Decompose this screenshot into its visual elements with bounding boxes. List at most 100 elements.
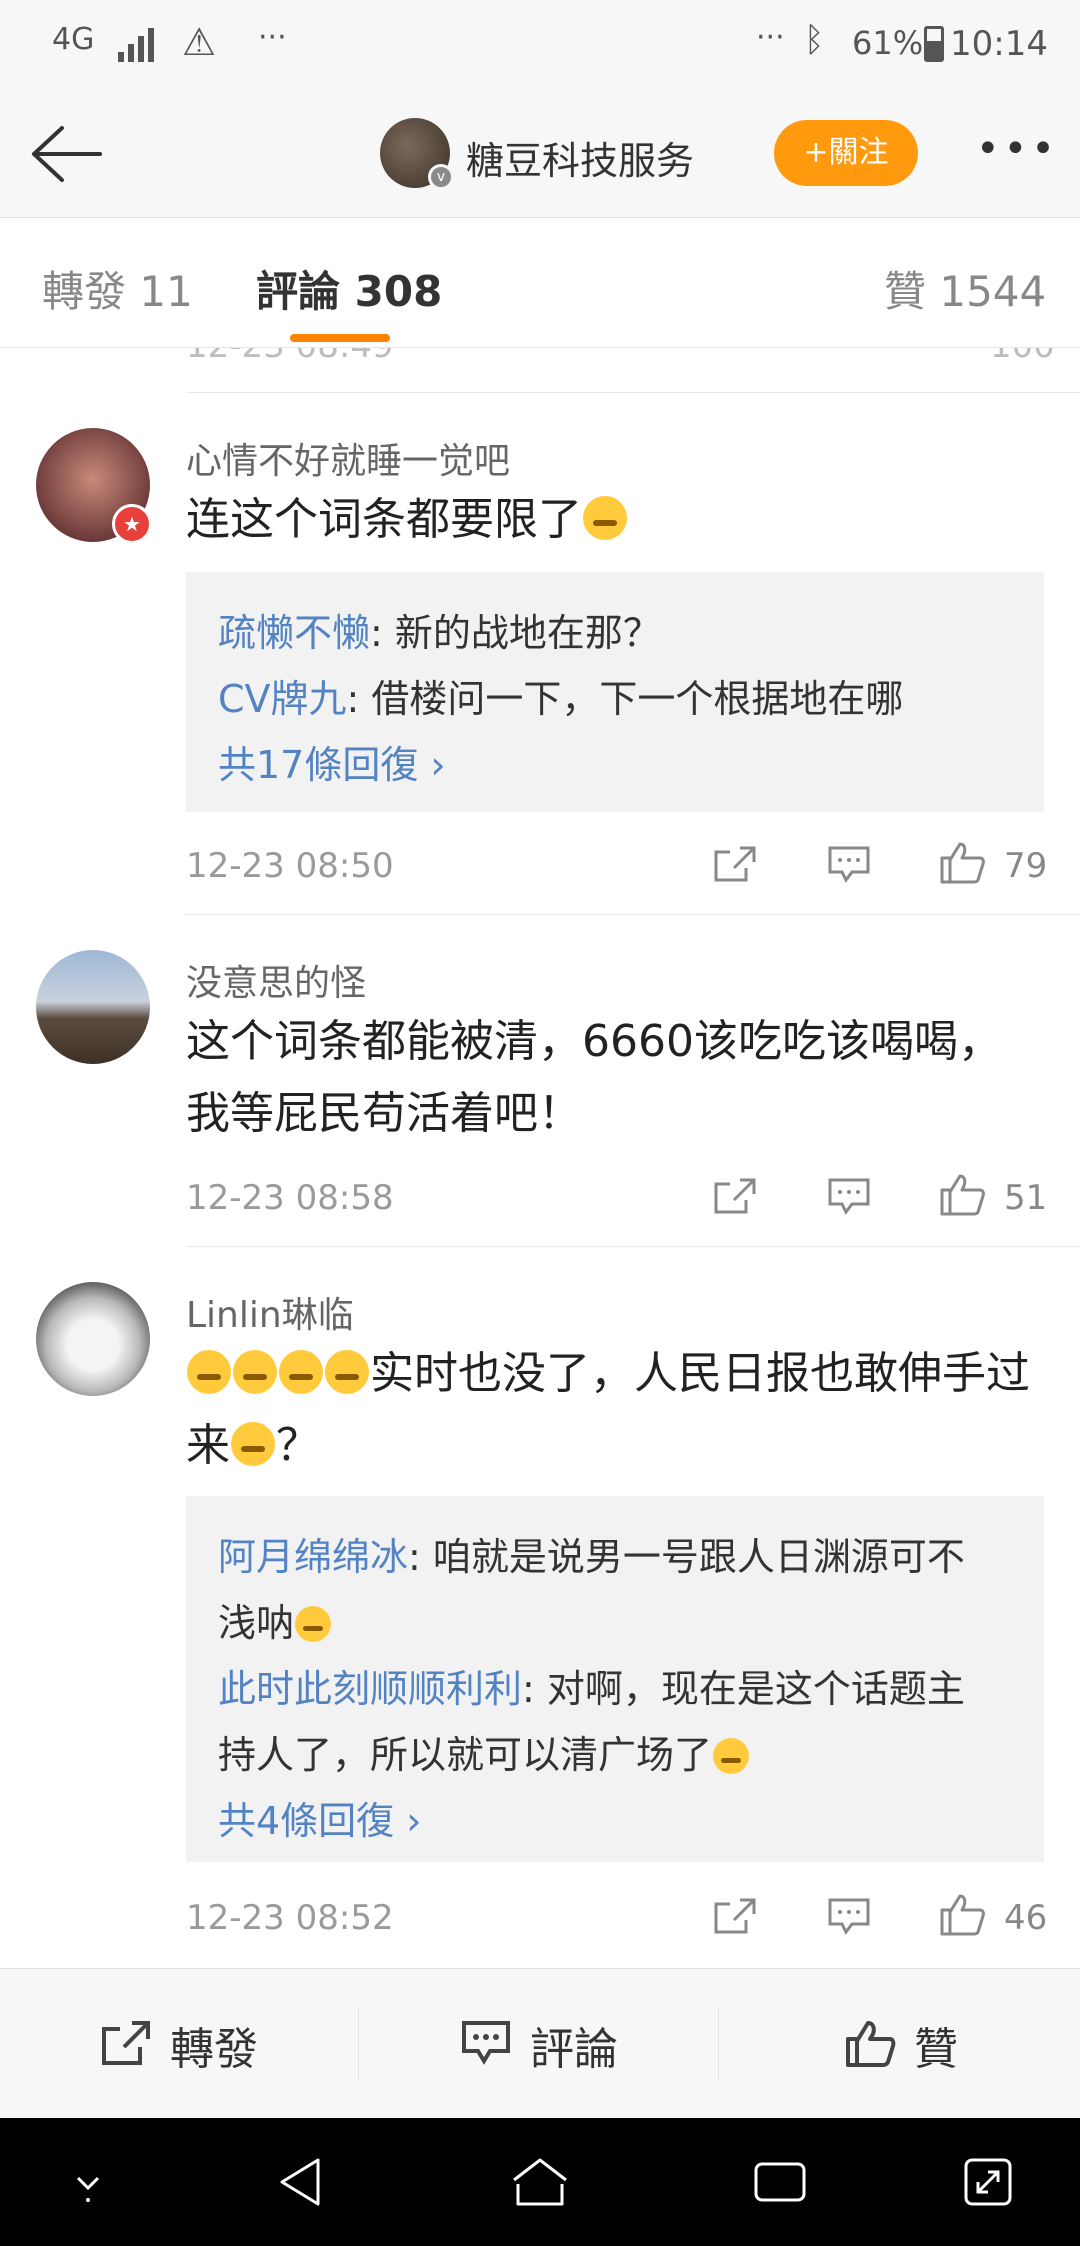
remnant-like-count: 100 <box>990 348 1055 366</box>
reply-author[interactable]: 疏懒不懒 <box>218 611 370 655</box>
doge-emoji-icon <box>713 1738 750 1774</box>
reply-text: : 借楼问一下，下一个根据地在哪 <box>346 677 904 721</box>
follow-button[interactable]: +關注 <box>774 120 918 186</box>
reply-preview[interactable]: 阿月绵绵冰: 咱就是说男一号跟人日渊源可不 浅呐 此时此刻顺顺利利: 对啊，现在… <box>186 1496 1044 1862</box>
share-icon[interactable] <box>712 1896 758 1936</box>
like-icon[interactable] <box>938 1172 985 1216</box>
comment-username[interactable]: Linlin琳临 <box>186 1286 354 1338</box>
status-more-icon-right: ··· <box>756 20 785 55</box>
reply-item-continued: 持人了，所以就可以清广场了 <box>218 1722 1012 1788</box>
status-more-icon: ··· <box>258 20 287 55</box>
network-indicator: 4G <box>52 22 95 57</box>
comment-time: 12-23 08:52 <box>186 1898 394 1938</box>
comment-text: 这个词条都能被清，6660该吃吃该喝喝， 我等屁民苟活着吧！ <box>186 1006 1046 1150</box>
tab-comments[interactable]: 評論 308 <box>256 258 442 319</box>
comment-body-line: 实时也没了，人民日报也敢伸手过 <box>186 1338 1046 1410</box>
grin-emoji-icon <box>279 1350 323 1394</box>
recent-apps-icon[interactable] <box>750 2154 810 2210</box>
repost-button[interactable]: 轉發 <box>100 2013 280 2075</box>
keyboard-hide-icon[interactable] <box>64 2154 112 2210</box>
reply-item-continued: 浅呐 <box>218 1590 1012 1656</box>
reply-text: : 咱就是说男一号跟人日渊源可不 <box>408 1535 965 1579</box>
star-badge-icon: ★ <box>112 504 152 544</box>
system-nav-bar <box>0 2118 1080 2246</box>
view-more-replies-link[interactable]: 共4條回復 › <box>218 1788 1012 1854</box>
repost-icon <box>102 2021 150 2065</box>
back-arrow-icon[interactable] <box>26 122 106 186</box>
comment-body: ？ <box>276 1420 320 1471</box>
repost-label: 轉發 <box>170 2024 258 2075</box>
divider <box>358 2009 359 2079</box>
detail-tabs: 轉發 11 評論 308 贊 1544 <box>0 218 1080 348</box>
comment-body-line: 这个词条都能被清，6660该吃吃该喝喝， <box>186 1016 1002 1067</box>
avatar[interactable]: ★ <box>36 428 152 544</box>
comment-button[interactable]: 評論 <box>460 2013 640 2075</box>
clock: 10:14 <box>950 24 1048 64</box>
home-icon[interactable] <box>508 2154 572 2210</box>
comment-body: 实时也没了，人民日报也敢伸手过 <box>370 1348 1030 1399</box>
battery-percent: 61% <box>852 24 924 62</box>
active-tab-indicator <box>290 334 390 342</box>
grin-emoji-icon <box>231 1422 275 1466</box>
tab-likes[interactable]: 贊 1544 <box>884 258 1046 319</box>
like-count: 79 <box>1004 846 1048 886</box>
author-avatar[interactable]: v <box>380 118 454 190</box>
avatar[interactable] <box>36 1282 150 1396</box>
kiss-emoji-icon <box>295 1606 332 1642</box>
reply-author[interactable]: 此时此刻顺顺利利 <box>218 1667 522 1711</box>
author-name[interactable]: 糖豆科技服务 <box>466 130 694 185</box>
comment-body-line: 来？ <box>186 1410 1046 1482</box>
comment-icon <box>462 2021 510 2065</box>
like-count: 46 <box>1004 1898 1048 1938</box>
reply-author[interactable]: 阿月绵绵冰 <box>218 1535 408 1579</box>
comment-username[interactable]: 心情不好就睡一觉吧 <box>186 432 510 484</box>
divider <box>186 914 1080 915</box>
like-icon[interactable] <box>938 1892 985 1936</box>
like-icon[interactable] <box>938 840 985 884</box>
top-nav-bar: v 糖豆科技服务 +關注 ••• <box>0 92 1080 218</box>
view-more-replies-link[interactable]: 共17條回復 › <box>218 732 1012 798</box>
avatar[interactable] <box>36 950 150 1064</box>
comment-body: 来 <box>186 1420 230 1471</box>
reply-item: CV牌九: 借楼问一下，下一个根据地在哪 <box>218 666 1012 732</box>
thinking-emoji-icon <box>583 496 627 540</box>
divider <box>186 1246 1080 1247</box>
share-icon[interactable] <box>712 844 758 884</box>
reply-text: 浅呐 <box>218 1601 295 1645</box>
comment-body: 连这个词条都要限了 <box>186 494 582 545</box>
back-icon[interactable] <box>274 2154 330 2210</box>
reply-item: 此时此刻顺顺利利: 对啊，现在是这个话题主 <box>218 1656 1012 1722</box>
reply-text: : 新的战地在那？ <box>370 611 661 655</box>
signal-icon <box>118 22 162 62</box>
grin-emoji-icon <box>325 1350 369 1394</box>
comment-text: 连这个词条都要限了 <box>186 484 1046 556</box>
bluetooth-icon: ᛒ <box>804 20 825 60</box>
reply-author[interactable]: CV牌九 <box>218 677 347 721</box>
comment-label: 評論 <box>530 2024 618 2075</box>
bottom-action-bar: 轉發 評論 贊 <box>0 1968 1080 2118</box>
comment-text: 实时也没了，人民日报也敢伸手过 来？ <box>186 1338 1046 1482</box>
reply-preview[interactable]: 疏懒不懒: 新的战地在那？ CV牌九: 借楼问一下，下一个根据地在哪 共17條回… <box>186 572 1044 812</box>
warning-icon: ⚠ <box>182 20 217 64</box>
comment-username[interactable]: 没意思的怪 <box>186 954 366 1006</box>
divider <box>186 392 1080 393</box>
more-options-icon[interactable]: ••• <box>976 126 1055 176</box>
comment-icon[interactable] <box>826 1176 872 1216</box>
grin-emoji-icon <box>187 1350 231 1394</box>
reply-text: : 对啊，现在是这个话题主 <box>522 1667 965 1711</box>
divider <box>718 2009 719 2079</box>
share-icon[interactable] <box>712 1176 758 1216</box>
reply-item: 阿月绵绵冰: 咱就是说男一号跟人日渊源可不 <box>218 1524 1012 1590</box>
status-bar: 4G ⚠ ··· ··· ᛒ 61% 10:14 <box>0 0 1080 92</box>
comment-icon[interactable] <box>826 844 872 884</box>
remnant-time: 12-23 08:49 <box>186 348 394 366</box>
battery-icon <box>924 26 944 62</box>
verified-badge-icon: v <box>428 164 454 190</box>
comment-time: 12-23 08:50 <box>186 846 394 886</box>
tab-reposts[interactable]: 轉發 11 <box>42 258 193 319</box>
comment-icon[interactable] <box>826 1896 872 1936</box>
grin-emoji-icon <box>233 1350 277 1394</box>
like-button[interactable]: 贊 <box>844 2013 984 2075</box>
like-count: 51 <box>1004 1178 1048 1218</box>
expand-icon[interactable] <box>960 2154 1016 2210</box>
